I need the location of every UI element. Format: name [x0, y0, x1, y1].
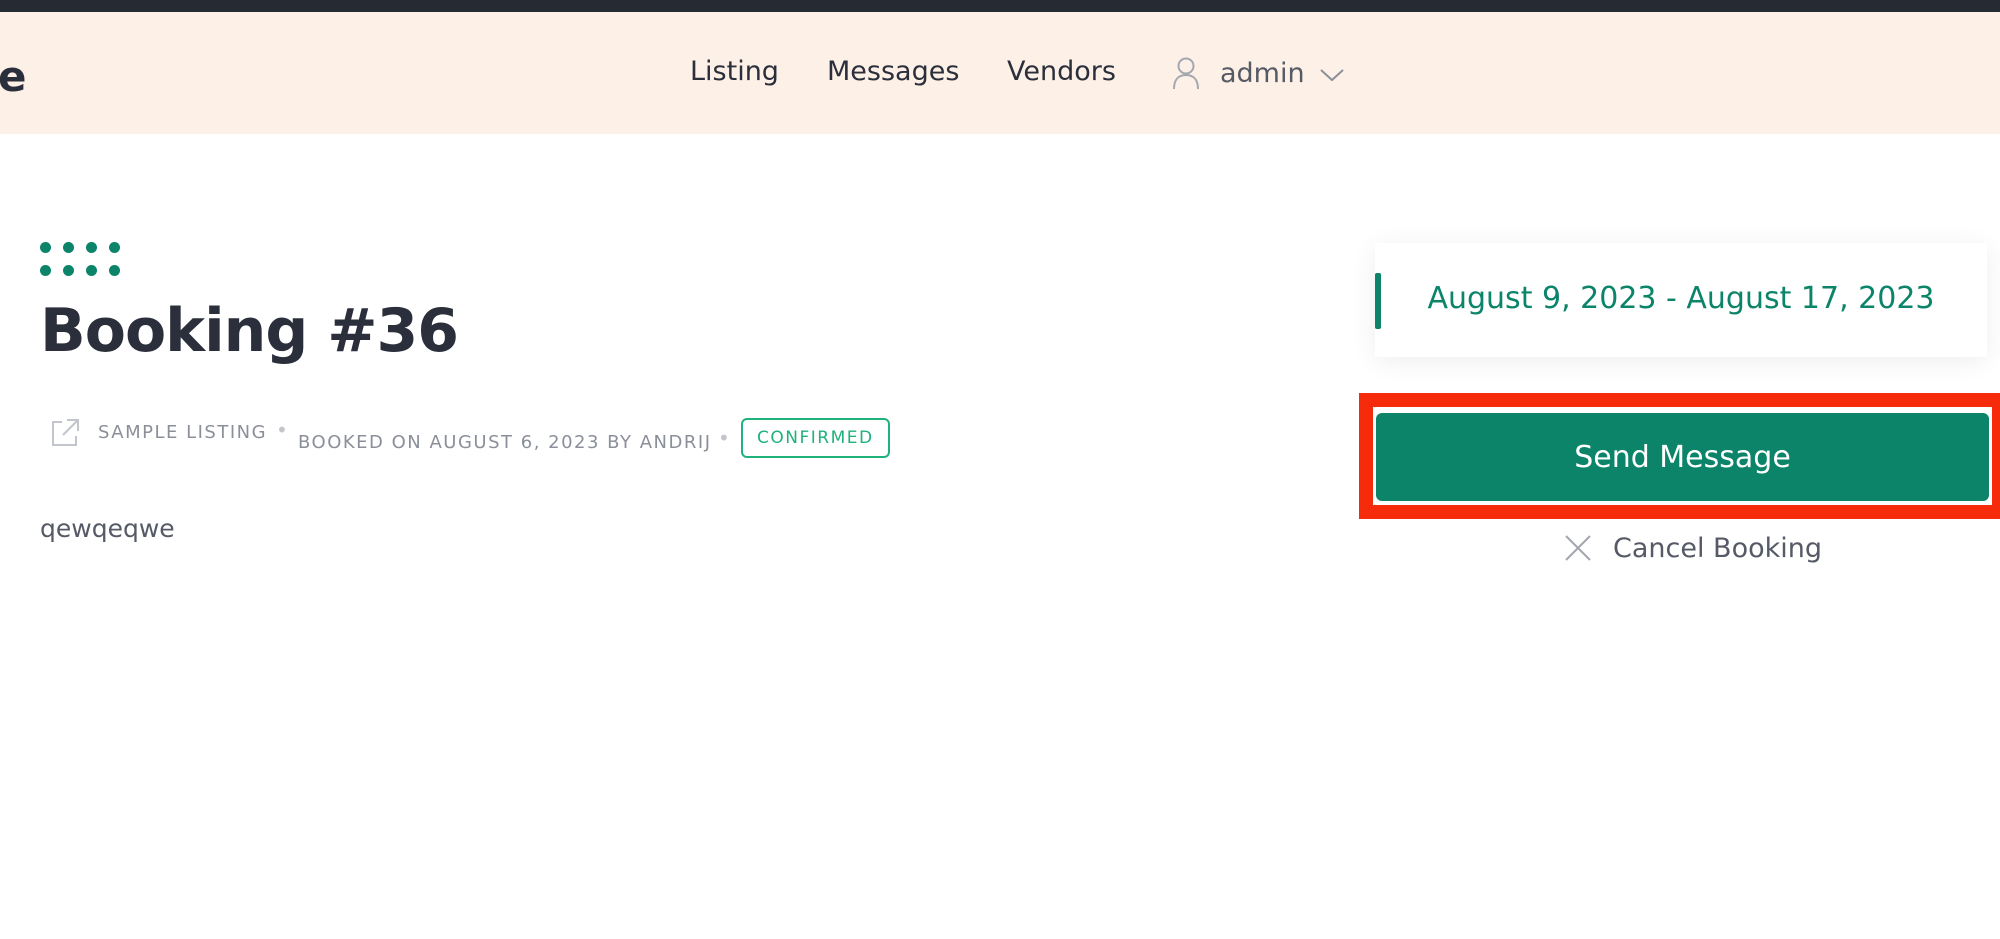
meta-separator: •: [276, 418, 290, 442]
nav-item-listing[interactable]: Listing: [690, 56, 779, 87]
dots-icon: [40, 242, 130, 282]
listing-link[interactable]: SAMPLE LISTING: [98, 422, 267, 443]
booked-on-text: BOOKED ON AUGUST 6, 2023 BY ANDRIJ: [298, 432, 712, 453]
dot: [109, 242, 120, 253]
user-name: admin: [1220, 57, 1305, 89]
user-icon: [1173, 57, 1199, 90]
nav-item-messages[interactable]: Messages: [827, 56, 959, 87]
dot: [40, 265, 51, 276]
booking-description: qewqeqwe: [40, 514, 175, 543]
main-nav: Listing Messages Vendors admin: [0, 52, 2000, 94]
user-menu[interactable]: admin: [1172, 52, 1345, 94]
booking-meta: SAMPLE LISTING • BOOKED ON AUGUST 6, 202…: [40, 412, 1040, 462]
dot: [109, 265, 120, 276]
meta-separator: •: [718, 426, 732, 450]
cancel-booking-label: Cancel Booking: [1613, 532, 1822, 564]
page-title: Booking #36: [40, 296, 459, 366]
dot: [40, 242, 51, 253]
cancel-booking-button[interactable]: Cancel Booking: [1563, 530, 1822, 566]
chevron-down-icon: [1319, 69, 1344, 82]
dot: [63, 265, 74, 276]
site-header: e Listing Messages Vendors admin: [0, 12, 2000, 134]
send-message-button[interactable]: Send Message: [1376, 413, 1989, 501]
dot: [86, 265, 97, 276]
close-icon: [1565, 535, 1591, 561]
external-link-icon[interactable]: [48, 416, 82, 450]
dot: [86, 242, 97, 253]
browser-top-bar: [0, 0, 2000, 12]
nav-item-vendors[interactable]: Vendors: [1007, 56, 1116, 87]
date-range-card: August 9, 2023 - August 17, 2023: [1375, 243, 1987, 357]
dot: [63, 242, 74, 253]
date-range: August 9, 2023 - August 17, 2023: [1427, 281, 1935, 316]
status-badge: CONFIRMED: [741, 418, 890, 458]
